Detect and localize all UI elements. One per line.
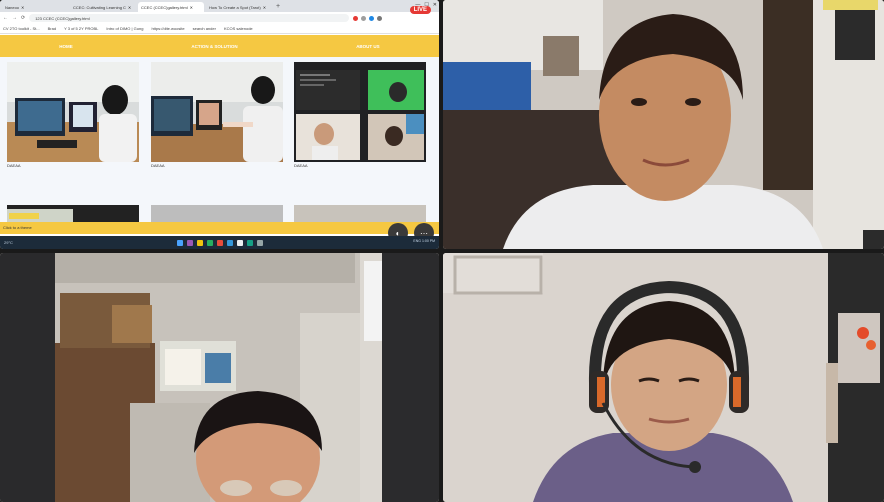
extension-icon[interactable] xyxy=(361,15,367,21)
photo-caption: DAEAA xyxy=(294,163,308,168)
reload-icon[interactable]: ⟳ xyxy=(21,15,25,21)
photo-image xyxy=(7,62,139,162)
browser-tab[interactable]: CCEC: Cultivating Learning C ✕ xyxy=(70,2,136,12)
close-icon[interactable]: ✕ xyxy=(263,5,266,10)
photo-image xyxy=(7,209,73,222)
bookmark-item[interactable]: CV 2TO toolkit - St... xyxy=(3,26,40,31)
browser-tab-bar: Naneoo ✕ CCEC: Cultivating Learning C ✕ CC… xyxy=(0,0,439,12)
nav-about-us[interactable]: ABOUT US xyxy=(356,44,380,49)
nav-home[interactable]: HOME xyxy=(59,44,73,49)
photo-image xyxy=(294,62,426,162)
profile-icon[interactable] xyxy=(377,15,383,21)
system-tray-clock: ENG 1:00 PM xyxy=(413,239,435,243)
url-field[interactable]: 123 CCEC (CCEC)gallery.html xyxy=(29,14,350,22)
browser-tab[interactable]: Naneoo ✕ xyxy=(2,2,68,12)
bookmark-item[interactable]: Y 3 of 5 2Y PROBL xyxy=(64,26,98,31)
gallery-photo[interactable] xyxy=(294,62,426,162)
bookmark-item[interactable]: Intro of DIMO | Gung xyxy=(106,26,143,31)
site-footer: Click to a theme xyxy=(0,222,439,234)
photo-gallery: DAEAA DAEAA DAEAA xyxy=(0,57,439,222)
bookmark-item[interactable]: search ander xyxy=(193,26,216,31)
bookmark-item[interactable]: KCOS salenode xyxy=(224,26,253,31)
participant-video xyxy=(443,253,884,502)
browser-tab[interactable]: How To Create a Spot (Tarot) ✕ xyxy=(206,2,272,12)
participant-video-tile[interactable] xyxy=(443,0,884,249)
start-icon[interactable] xyxy=(176,239,183,246)
back-icon[interactable]: ← xyxy=(3,15,8,21)
extension-icons xyxy=(353,15,383,21)
close-icon[interactable]: ✕ xyxy=(190,5,193,10)
extension-icon[interactable] xyxy=(369,15,375,21)
screen-share-tile: Naneoo ✕ CCEC: Cultivating Learning C ✕ CC… xyxy=(0,0,439,249)
forward-icon[interactable]: → xyxy=(12,15,17,21)
participant-video xyxy=(443,0,884,249)
bookmark-item[interactable]: Brad xyxy=(48,26,56,31)
extension-icon[interactable] xyxy=(353,15,359,21)
gallery-photo[interactable] xyxy=(7,62,139,162)
site-nav: HOME ACTION & SOLUTION ABOUT US xyxy=(0,35,439,57)
gallery-photo[interactable] xyxy=(7,205,139,222)
app-icon[interactable] xyxy=(246,239,253,246)
participant-video-tile[interactable] xyxy=(0,253,439,502)
windows-taskbar: 29°C ENG 1:00 PM xyxy=(0,236,439,249)
gallery-photo[interactable] xyxy=(151,62,283,162)
photo-caption: DAEAA xyxy=(151,163,165,168)
close-icon[interactable]: ✕ xyxy=(128,5,131,10)
bookmarks-bar: CV 2TO toolkit - St... Brad Y 3 of 5 2Y … xyxy=(0,24,439,34)
close-icon[interactable]: ✕ xyxy=(21,5,24,10)
browser-tab-active[interactable]: CCEC (CCEC)gallery.html ✕ xyxy=(138,2,204,12)
live-badge: LIVE xyxy=(409,6,431,14)
bookmark-item[interactable]: https://dite.woosite xyxy=(151,26,184,31)
participant-video-tile[interactable] xyxy=(443,253,884,502)
gallery-photo[interactable] xyxy=(151,205,283,222)
nav-action-solution[interactable]: ACTION & SOLUTION xyxy=(191,44,237,49)
app-icon[interactable] xyxy=(226,239,233,246)
app-icon[interactable] xyxy=(186,239,193,246)
folder-icon[interactable] xyxy=(196,239,203,246)
gallery-photo[interactable] xyxy=(294,205,426,222)
photo-caption: DAEAA xyxy=(7,163,21,168)
address-bar: ← → ⟳ 123 CCEC (CCEC)gallery.html xyxy=(0,12,439,24)
app-icon[interactable] xyxy=(206,239,213,246)
app-icon[interactable] xyxy=(216,239,223,246)
weather-text: 29°C xyxy=(4,240,13,245)
participant-video xyxy=(0,253,439,502)
close-window-icon[interactable]: ✕ xyxy=(433,2,437,8)
chrome-icon[interactable] xyxy=(236,239,243,246)
new-tab-icon[interactable]: + xyxy=(276,2,280,12)
photo-image xyxy=(151,62,283,162)
app-icon[interactable] xyxy=(256,239,263,246)
